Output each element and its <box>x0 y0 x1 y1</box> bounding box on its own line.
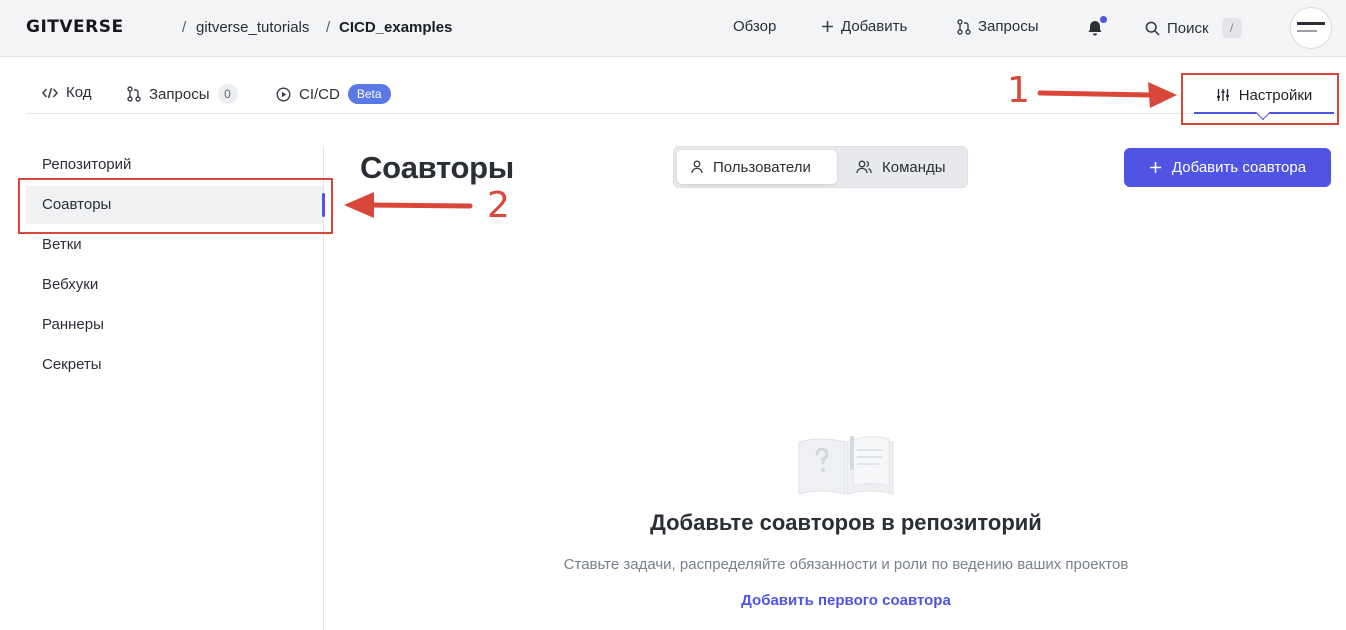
annotation-arrows <box>344 82 1177 218</box>
annotation-number-2: 2 <box>487 185 510 226</box>
annotation-arrow-collaborators <box>344 192 473 218</box>
annotation-arrow-settings <box>1037 82 1177 108</box>
annotation-number-1: 1 <box>1007 70 1030 111</box>
